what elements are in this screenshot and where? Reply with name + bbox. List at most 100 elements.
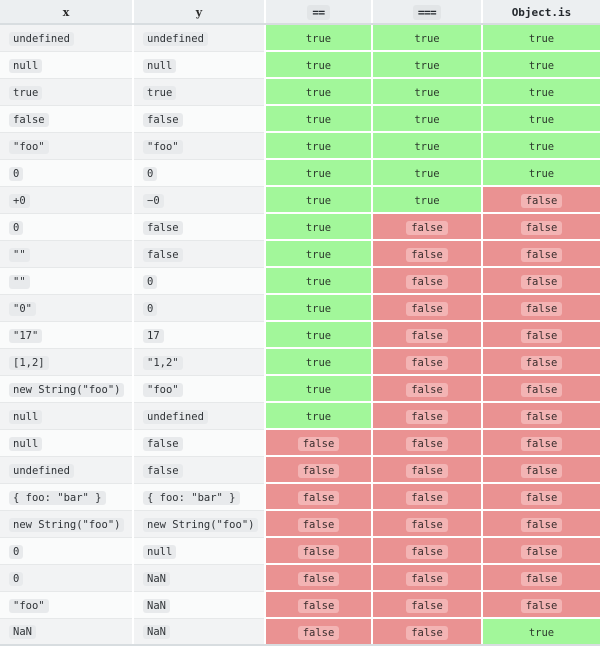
code-literal: 0: [9, 544, 24, 559]
loose-equality-result: true: [265, 321, 373, 349]
code-literal: 0: [9, 220, 24, 235]
code-literal: 17: [143, 328, 164, 343]
code-literal: 0: [9, 166, 24, 181]
strict-equality-result: false: [372, 564, 483, 592]
loose-equality-result: true: [265, 402, 373, 430]
loose-equality-result: false: [265, 618, 373, 646]
boolean-value: false: [297, 490, 340, 505]
boolean-value: true: [305, 410, 332, 423]
strict-equality-result: false: [372, 429, 483, 457]
object-is-result: true: [482, 105, 600, 133]
cell-y-value: null: [133, 537, 266, 565]
boolean-value: false: [406, 382, 448, 397]
loose-equality-result: true: [265, 240, 373, 268]
cell-x-value: null: [0, 402, 134, 430]
strict-equality-result: true: [372, 105, 483, 133]
loose-equality-result: true: [265, 51, 373, 79]
boolean-value: true: [305, 302, 332, 315]
code-literal: [1,2]: [9, 355, 49, 370]
boolean-value: false: [520, 517, 563, 532]
boolean-value: false: [520, 409, 563, 424]
object-is-result: false: [482, 267, 600, 295]
boolean-value: false: [520, 382, 563, 397]
boolean-value: false: [406, 625, 448, 640]
boolean-value: true: [414, 86, 440, 99]
boolean-value: true: [305, 329, 332, 342]
cell-x-value: +0: [0, 186, 134, 214]
code-literal: false: [9, 112, 49, 127]
table-row: new String("foo") new String("foo") false f…: [0, 510, 600, 538]
table-row: "" false true false false: [0, 240, 600, 268]
table-row: true true true true true: [0, 78, 600, 106]
object-is-result: false: [482, 402, 600, 430]
boolean-value: false: [297, 544, 340, 559]
column-header-label: Object.is: [511, 5, 572, 19]
cell-x-value: "": [0, 240, 134, 268]
table-row: [1,2] "1,2" true false false: [0, 348, 600, 376]
table-row: +0 −0 true true false: [0, 186, 600, 214]
boolean-value: false: [406, 490, 448, 505]
object-is-result: true: [482, 51, 600, 79]
code-literal: false: [143, 463, 183, 478]
code-literal: 0: [143, 301, 158, 316]
cell-y-value: 0: [133, 159, 266, 187]
boolean-value: false: [520, 544, 563, 559]
boolean-value: true: [305, 194, 332, 207]
object-is-result: false: [482, 348, 600, 376]
cell-x-value: "17": [0, 321, 134, 349]
loose-equality-result: true: [265, 213, 373, 241]
boolean-value: false: [406, 247, 448, 262]
code-literal: "": [9, 247, 30, 262]
boolean-value: false: [297, 625, 340, 640]
column-header-strict-equality: ===: [372, 0, 483, 25]
strict-equality-result: false: [372, 240, 483, 268]
boolean-value: true: [305, 59, 332, 72]
table-row: 0 null false false false: [0, 537, 600, 565]
boolean-value: false: [297, 463, 340, 478]
boolean-value: true: [414, 32, 440, 45]
code-literal: −0: [143, 193, 164, 208]
code-literal: 0: [9, 571, 24, 586]
boolean-value: false: [520, 436, 563, 451]
loose-equality-result: true: [265, 348, 373, 376]
cell-y-value: false: [133, 213, 266, 241]
column-header-x: x: [0, 0, 134, 25]
cell-x-value: 0: [0, 537, 134, 565]
code-literal: "foo": [9, 139, 49, 154]
cell-y-value: null: [133, 51, 266, 79]
boolean-value: true: [305, 167, 332, 180]
cell-y-value: new String("foo"): [133, 510, 266, 538]
boolean-value: false: [406, 328, 448, 343]
boolean-value: false: [297, 517, 340, 532]
code-literal: false: [143, 436, 183, 451]
code-literal: NaN: [143, 598, 170, 613]
table-header-row: x y == === Object.is: [0, 0, 600, 25]
table-row: null undefined true false false: [0, 402, 600, 430]
strict-equality-result: false: [372, 510, 483, 538]
boolean-value: true: [305, 248, 332, 261]
boolean-value: true: [528, 626, 555, 639]
boolean-value: false: [520, 301, 563, 316]
boolean-value: false: [520, 274, 563, 289]
object-is-result: false: [482, 375, 600, 403]
column-header-y: y: [133, 0, 266, 25]
strict-equality-result: true: [372, 24, 483, 52]
strict-equality-result: false: [372, 402, 483, 430]
object-is-result: false: [482, 294, 600, 322]
cell-y-value: 17: [133, 321, 266, 349]
object-is-result: false: [482, 537, 600, 565]
code-literal: 0: [143, 274, 158, 289]
cell-x-value: NaN: [0, 618, 134, 646]
object-is-result: false: [482, 510, 600, 538]
cell-x-value: null: [0, 429, 134, 457]
table-row: "" 0 true false false: [0, 267, 600, 295]
code-literal: "foo": [143, 382, 183, 397]
boolean-value: false: [520, 490, 563, 505]
loose-equality-result: false: [265, 564, 373, 592]
cell-y-value: true: [133, 78, 266, 106]
object-is-result: false: [482, 321, 600, 349]
boolean-value: false: [520, 463, 563, 478]
boolean-value: true: [414, 59, 440, 72]
table-body: undefined undefined true true true null null tr…: [0, 24, 600, 646]
boolean-value: true: [305, 356, 332, 369]
